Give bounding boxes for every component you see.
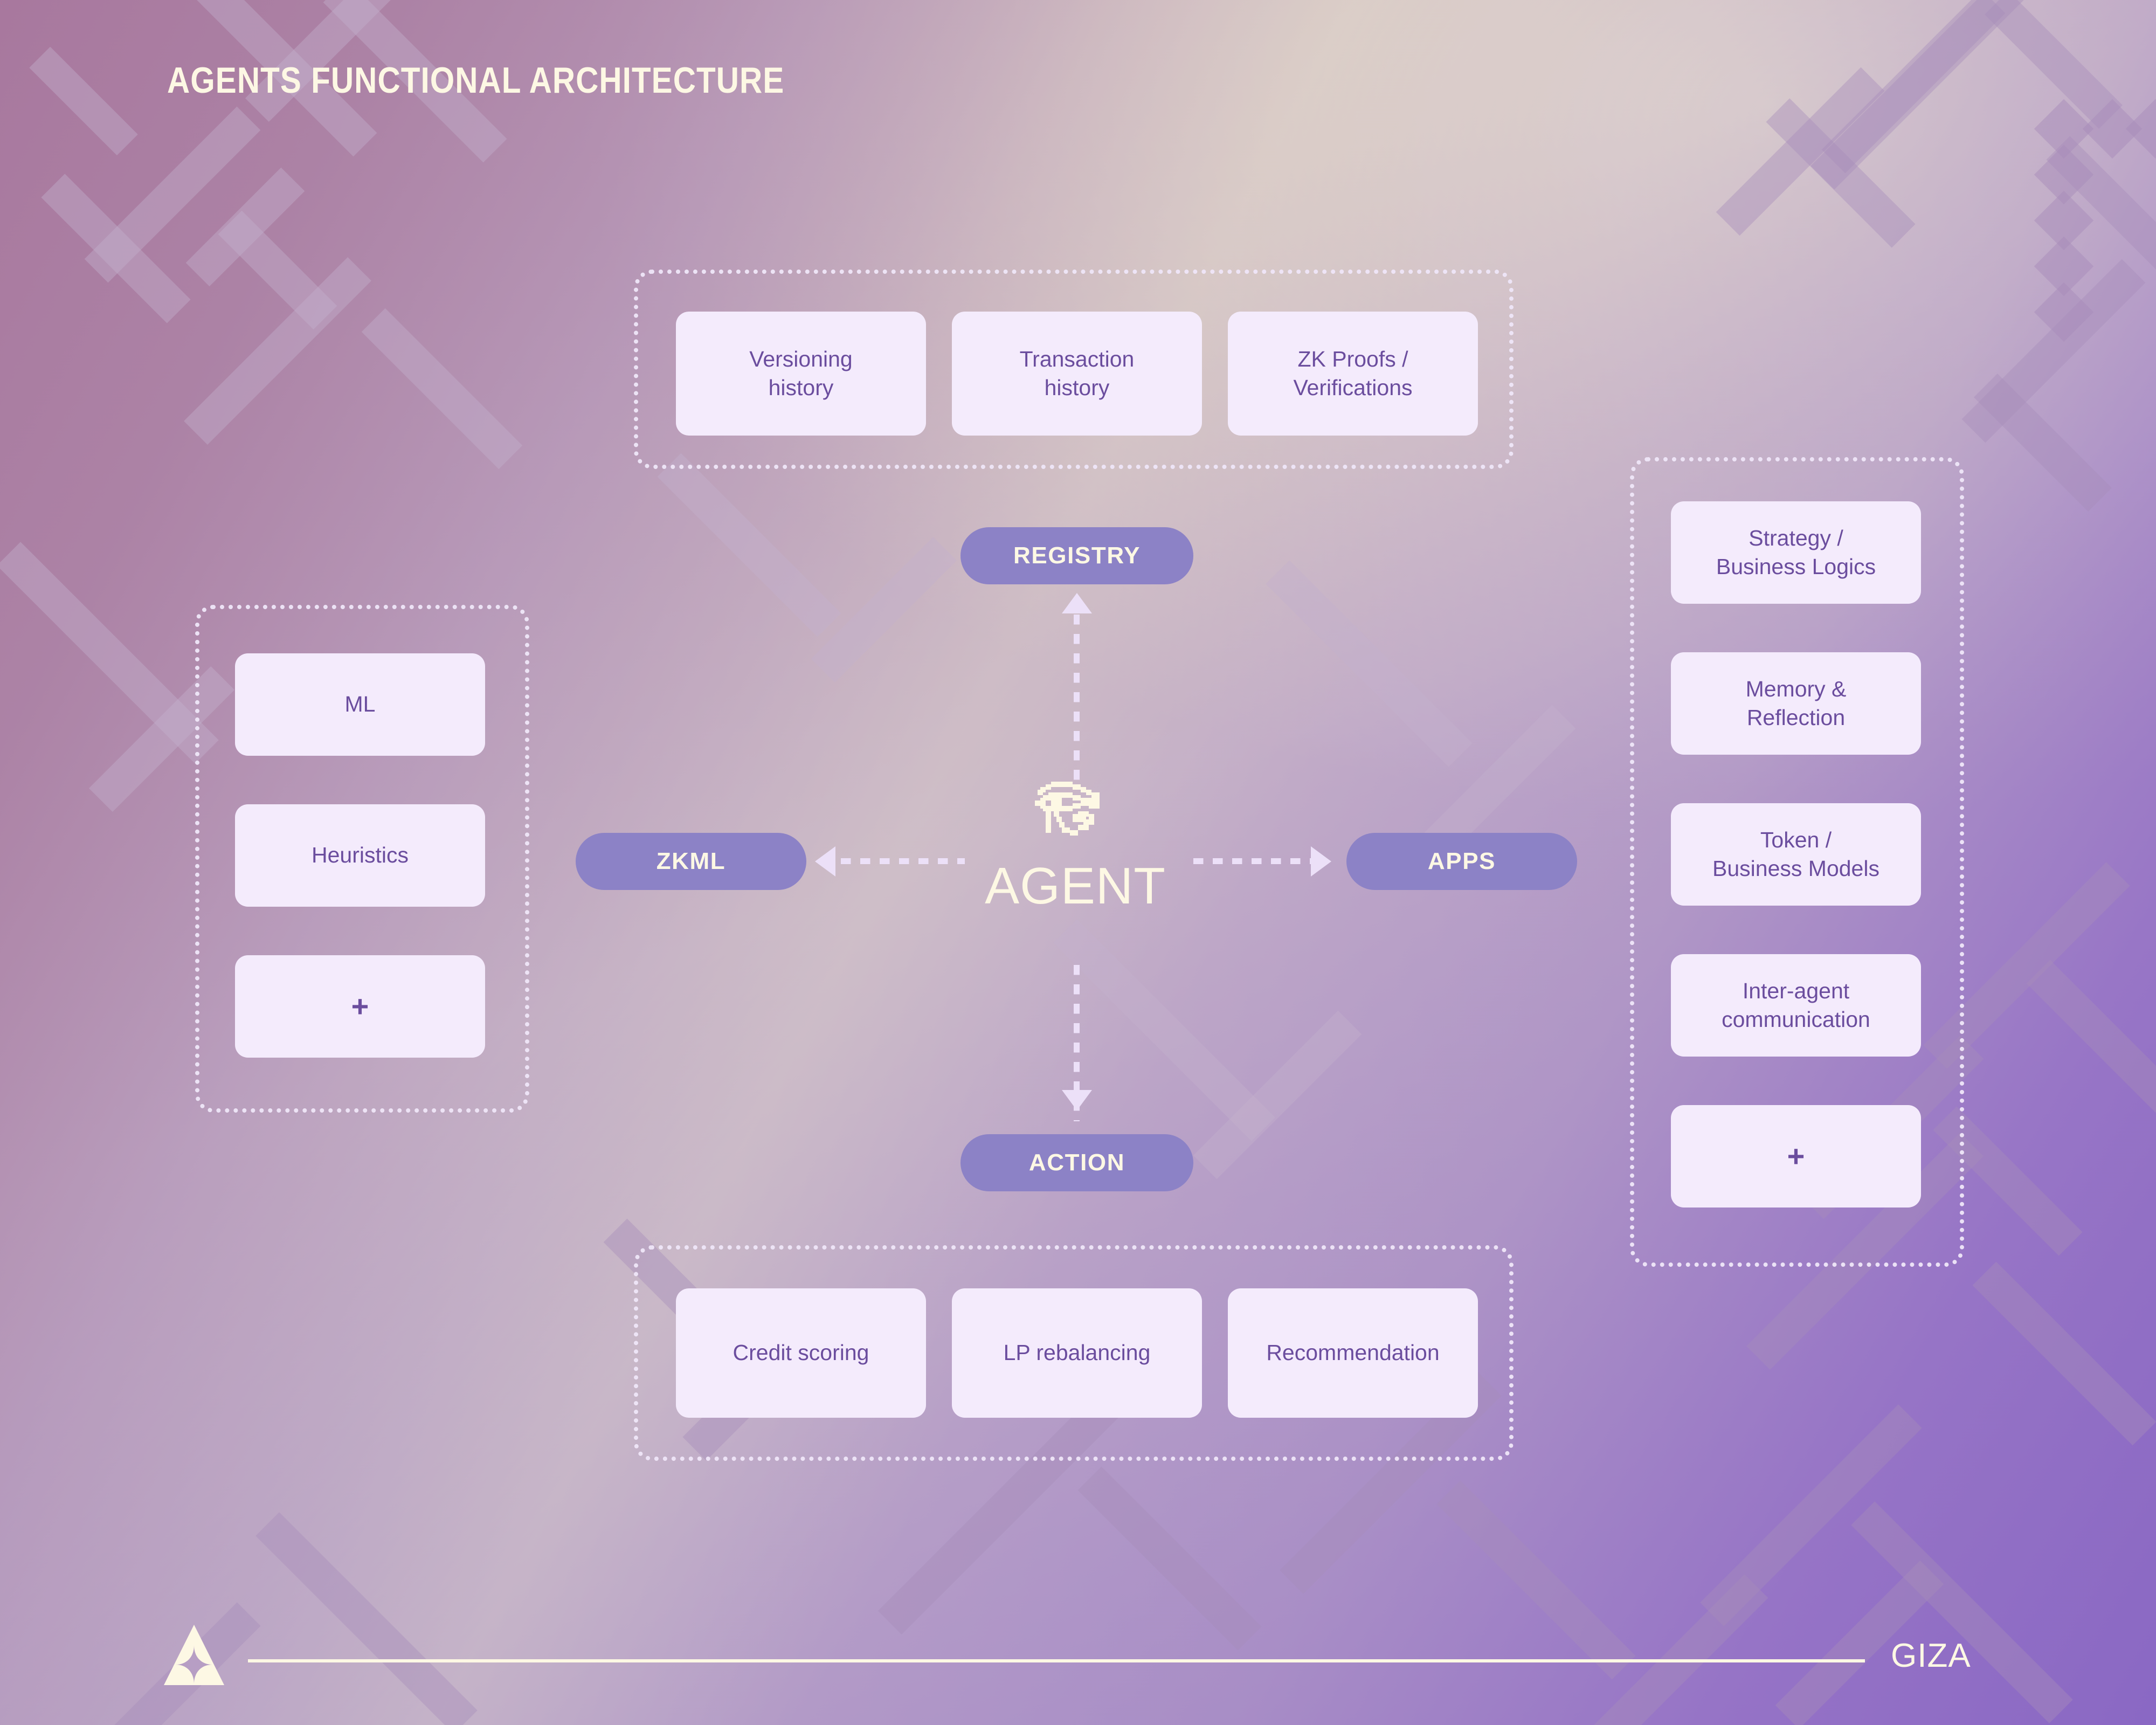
eye-of-horus-icon bbox=[1035, 782, 1100, 836]
node-action[interactable]: ACTION bbox=[960, 1134, 1193, 1191]
card-credit-scoring[interactable]: Credit scoring bbox=[676, 1288, 926, 1418]
node-registry[interactable]: REGISTRY bbox=[960, 527, 1193, 584]
card-strategy-business-logics[interactable]: Strategy / Business Logics bbox=[1671, 501, 1921, 604]
node-zkml[interactable]: ZKML bbox=[576, 833, 806, 890]
diagram-canvas: AGENTS FUNCTIONAL ARCHITECTURE Versionin… bbox=[0, 0, 2156, 1725]
card-transaction-history[interactable]: Transaction history bbox=[952, 312, 1202, 436]
plus-icon: + bbox=[1787, 1138, 1805, 1173]
card-zk-proofs-verifications[interactable]: ZK Proofs / Verifications bbox=[1228, 312, 1478, 436]
node-label: REGISTRY bbox=[1013, 542, 1141, 569]
card-inter-agent-communication[interactable]: Inter-agent communication bbox=[1671, 954, 1921, 1057]
agent-node[interactable]: AGENT bbox=[949, 776, 1202, 912]
card-recommendation[interactable]: Recommendation bbox=[1228, 1288, 1478, 1418]
card-memory-reflection[interactable]: Memory & Reflection bbox=[1671, 652, 1921, 755]
card-label: Transaction history bbox=[1019, 346, 1135, 400]
card-label: ZK Proofs / Verifications bbox=[1293, 346, 1413, 400]
card-label: Memory & Reflection bbox=[1745, 676, 1847, 730]
card-label: LP rebalancing bbox=[1003, 1340, 1151, 1365]
brand-wordmark: GIZA bbox=[1891, 1637, 1971, 1674]
plus-icon: + bbox=[351, 989, 369, 1023]
node-label: APPS bbox=[1427, 848, 1496, 874]
card-label: Strategy / Business Logics bbox=[1716, 525, 1876, 579]
card-lp-rebalancing[interactable]: LP rebalancing bbox=[952, 1288, 1202, 1418]
card-label: ML bbox=[344, 692, 376, 717]
connector-agent-zkml bbox=[841, 858, 965, 864]
arrowhead-apps-icon bbox=[1311, 846, 1331, 877]
node-apps[interactable]: APPS bbox=[1346, 833, 1577, 890]
connector-agent-registry bbox=[1074, 615, 1080, 787]
card-heuristics[interactable]: Heuristics bbox=[235, 804, 485, 907]
arrowhead-registry-icon bbox=[1062, 593, 1092, 613]
arrowhead-zkml-icon bbox=[815, 846, 835, 877]
node-label: ACTION bbox=[1028, 1149, 1125, 1176]
card-versioning-history[interactable]: Versioning history bbox=[676, 312, 926, 436]
node-label: ZKML bbox=[656, 848, 726, 874]
giza-pyramid-logo bbox=[164, 1625, 224, 1685]
card-add-zkml[interactable]: + bbox=[235, 955, 485, 1058]
card-token-business-models[interactable]: Token / Business Models bbox=[1671, 803, 1921, 906]
card-ml[interactable]: ML bbox=[235, 653, 485, 756]
card-label: Recommendation bbox=[1266, 1340, 1440, 1365]
card-label: Credit scoring bbox=[733, 1340, 869, 1365]
footer-divider bbox=[248, 1659, 1865, 1662]
card-label: Versioning history bbox=[749, 346, 853, 400]
arrowhead-action-icon bbox=[1062, 1090, 1092, 1110]
connector-agent-apps bbox=[1193, 858, 1313, 864]
agent-label: AGENT bbox=[985, 857, 1166, 915]
card-add-apps[interactable]: + bbox=[1671, 1105, 1921, 1208]
card-label: Heuristics bbox=[312, 843, 409, 868]
card-label: Inter-agent communication bbox=[1722, 978, 1870, 1032]
page-title: AGENTS FUNCTIONAL ARCHITECTURE bbox=[167, 60, 785, 101]
card-label: Token / Business Models bbox=[1712, 827, 1879, 881]
